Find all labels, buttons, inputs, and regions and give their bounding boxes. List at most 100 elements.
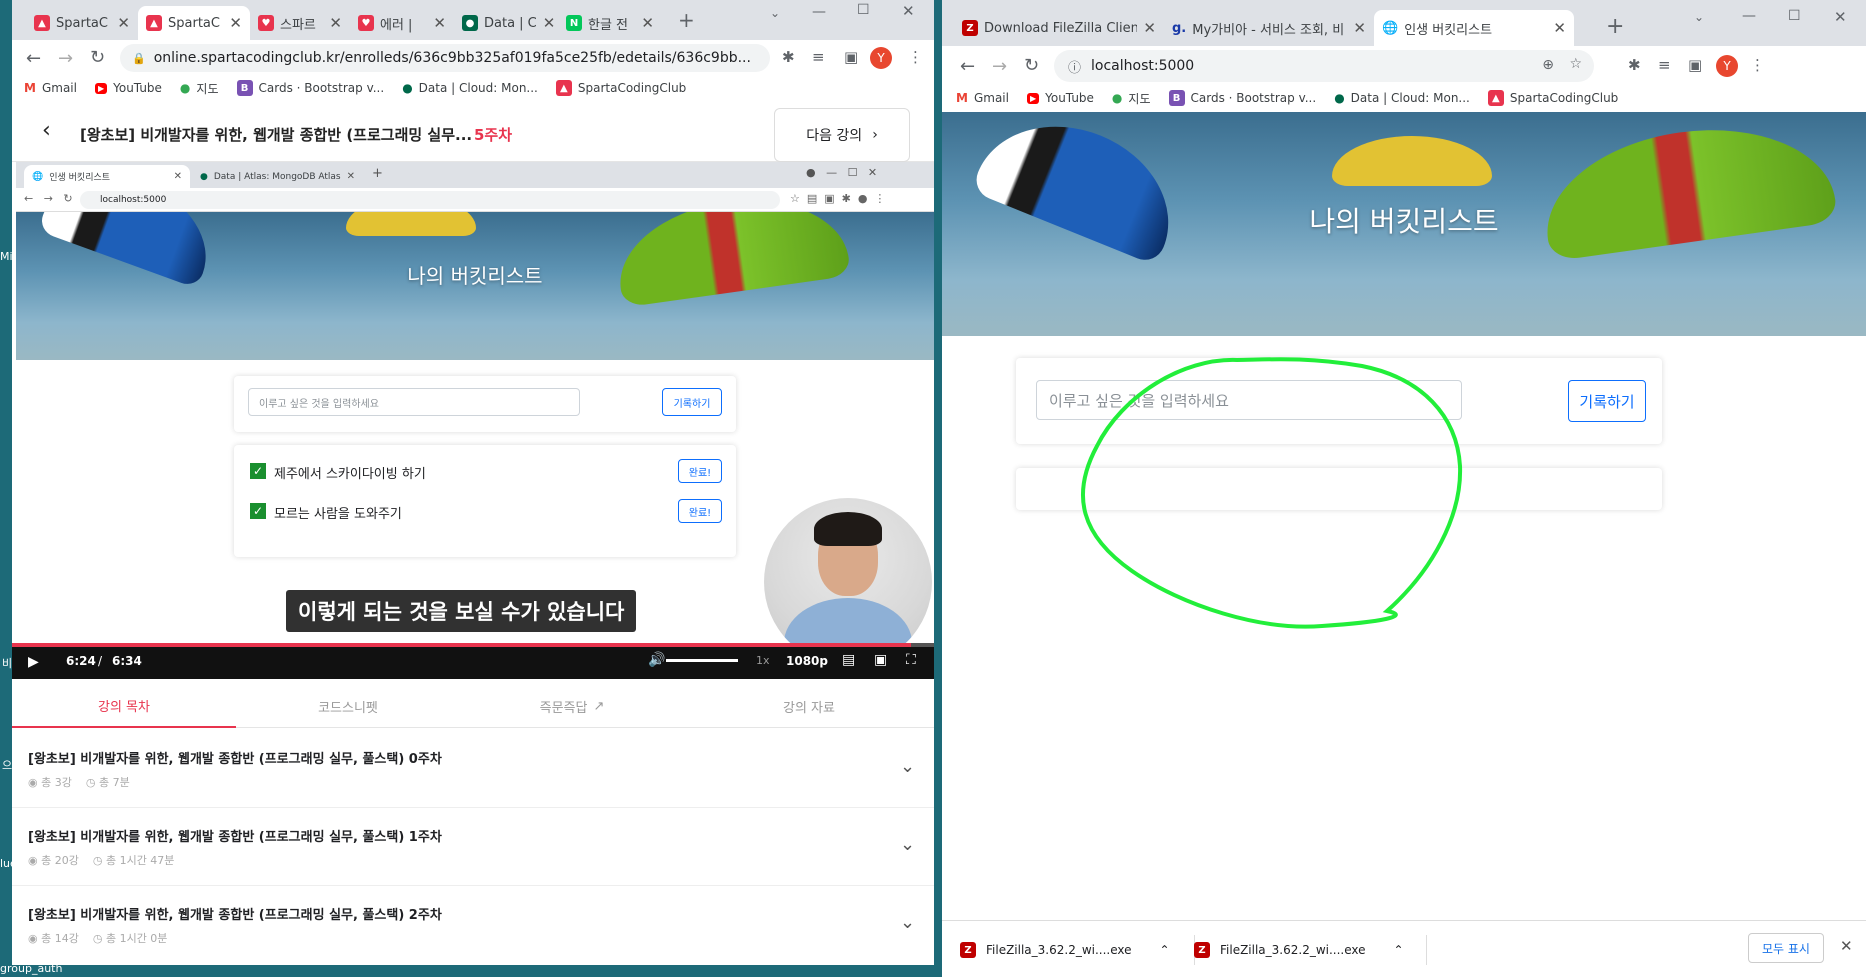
extensions-icon[interactable]: ✱ [782,48,795,66]
left-tab-3[interactable]: ♥ 스파르 ✕ [250,6,350,40]
new-tab-icon[interactable]: + [1606,14,1624,39]
menu-icon[interactable]: ⋮ [908,48,923,66]
inner-toolbar: ← → ↻ localhost:5000 ☆ ▤ ▣ ✱ ● ⋮ [16,188,934,212]
bookmark-gmail[interactable]: M Gmail [24,81,77,95]
zoom-icon[interactable]: ⊕ [1542,57,1554,73]
close-icon[interactable]: ✕ [229,14,242,32]
tab-qna[interactable]: 즉문즉답 ↗ [460,684,684,728]
filezilla-favicon-icon: Z [962,20,978,36]
week-row-0[interactable]: [왕초보] 비개발자를 위한, 웹개발 종합반 (프로그래밍 실무, 풀스택) … [12,730,934,808]
profile-avatar[interactable]: Y [870,47,892,69]
volume-slider[interactable] [666,659,738,662]
desktop-label-mi: Mi [0,250,13,263]
bookmark-star-icon[interactable]: ☆ [1569,56,1582,72]
reload-icon[interactable]: ↻ [90,47,105,68]
right-browser-window: ZDownload FileZilla Client fo✕ g.My가비아 -… [942,0,1866,977]
captions-icon[interactable]: ▤ [842,652,855,668]
reading-list-icon[interactable]: ≡ [812,48,825,66]
right-tab-1[interactable]: ZDownload FileZilla Client fo✕ [954,10,1164,46]
bookmark-sparta[interactable]: ▲ SpartaCodingClub [1487,90,1618,106]
heart-favicon-icon: ♥ [358,15,374,31]
bookmark-mongodb[interactable]: ● Data | Cloud: Mon... [402,81,538,95]
close-window-icon[interactable]: ✕ [1834,8,1847,26]
back-icon[interactable]: ← [960,56,975,77]
play-icon[interactable]: ▶ [28,654,39,670]
quality-label[interactable]: 1080p [786,654,828,668]
download-item-1[interactable]: Z FileZilla_3.62.2_wi....exe ⌃ [960,935,1170,965]
close-icon[interactable]: ✕ [433,14,446,32]
tab-code-snippet[interactable]: 코드스니펫 [236,684,460,728]
reload-icon[interactable]: ↻ [1024,55,1039,76]
tab-materials[interactable]: 강의 자료 [684,684,934,728]
bookmark-bootstrap[interactable]: B Cards · Bootstrap v... [236,80,384,96]
inner-new-tab-icon: + [372,166,383,181]
extensions-icon[interactable]: ✱ [1628,56,1641,74]
left-tab-6[interactable]: N 한글 전 ✕ [558,6,662,40]
show-all-button[interactable]: 모두 표시 [1748,933,1824,963]
close-icon[interactable]: ✕ [1353,19,1366,37]
menu-icon[interactable]: ⋮ [1750,56,1765,74]
left-tab-2[interactable]: ▲ SpartaC ✕ [138,6,250,40]
sparta-icon: ▲ [555,80,572,96]
back-chevron-icon[interactable]: ‹ [42,118,51,143]
right-tab-2[interactable]: g. My가비아 - 서비스 조회, 비 ✕ [1164,10,1374,46]
close-shelf-icon[interactable]: ✕ [1840,937,1853,955]
right-tab-3[interactable]: 🌐 인생 버킷리스트 ✕ [1374,10,1574,46]
video-progress-track[interactable] [12,643,934,647]
minimize-icon[interactable]: — [1742,8,1756,24]
bookmark-mongodb[interactable]: ● Data | Cloud: Mon... [1334,91,1470,105]
chevron-down-icon[interactable]: ⌄ [900,756,915,777]
forward-icon[interactable]: → [58,48,73,69]
video-player[interactable]: 🌐 인생 버킷리스트 ✕ ● Data | Atlas: MongoDB Atlas ✕… [12,162,934,679]
week-row-1[interactable]: [왕초보] 비개발자를 위한, 웹개발 종합반 (프로그래밍 실무, 풀스택) … [12,808,934,886]
bookmark-maps[interactable]: ● 지도 [1112,90,1151,107]
bookmark-gmail[interactable]: M Gmail [956,91,1009,105]
new-tab-icon[interactable]: + [678,8,695,32]
download-item-2[interactable]: Z FileZilla_3.62.2_wi....exe ⌃ [1194,935,1404,965]
close-icon[interactable]: ✕ [329,14,342,32]
record-button[interactable]: 기록하기 [1568,380,1646,422]
close-icon[interactable]: ✕ [1143,19,1156,37]
profile-avatar[interactable]: Y [1716,55,1738,77]
close-window-icon[interactable]: ✕ [902,2,915,20]
back-icon[interactable]: ← [26,48,41,69]
close-icon[interactable]: ✕ [641,14,654,32]
parachute-blue [970,112,1194,266]
bookmark-youtube[interactable]: ▶ YouTube [1026,91,1094,105]
side-panel-icon[interactable]: ▣ [844,48,858,66]
tab-curriculum[interactable]: 강의 목차 [12,684,236,728]
right-address-bar[interactable]: ⓘ localhost:5000 ⊕ ☆ [1054,50,1594,82]
pip-icon[interactable]: ▣ [874,652,887,668]
reading-list-icon[interactable]: ≡ [1658,56,1671,74]
left-tab-5[interactable]: ● Data | C ✕ [454,6,558,40]
bookmark-youtube[interactable]: ▶ YouTube [94,81,162,95]
side-panel-icon[interactable]: ▣ [1688,56,1702,74]
chevron-up-icon[interactable]: ⌃ [1394,943,1404,957]
maps-pin-icon: ● [179,81,191,95]
volume-icon[interactable]: 🔊 [648,652,665,668]
chevron-down-icon[interactable]: ⌄ [770,6,780,20]
bookmark-bootstrap[interactable]: B Cards · Bootstrap v... [1168,90,1316,106]
chevron-up-icon[interactable]: ⌃ [1160,943,1170,957]
fullscreen-icon[interactable]: ⛶ [906,652,916,668]
clock-icon: ◷ [92,854,103,867]
close-icon[interactable]: ✕ [117,14,130,32]
left-address-bar[interactable]: 🔒 online.spartacodingclub.kr/enrolleds/6… [120,44,770,72]
left-tab-1[interactable]: ▲ SpartaC ✕ [26,6,138,40]
week-row-2[interactable]: [왕초보] 비개발자를 위한, 웹개발 종합반 (프로그래밍 실무, 풀스택) … [12,886,934,965]
chevron-down-icon[interactable]: ⌄ [900,912,915,933]
minimize-icon[interactable]: — [812,4,826,20]
maximize-icon[interactable]: ☐ [1788,8,1801,24]
bookmark-sparta[interactable]: ▲ SpartaCodingClub [555,80,686,96]
forward-icon[interactable]: → [992,56,1007,77]
speed-label[interactable]: 1x [756,654,770,667]
desktop-label-eu: 으 [2,759,13,772]
left-tab-4[interactable]: ♥ 에러 | ✕ [350,6,454,40]
next-lecture-button[interactable]: 다음 강의 › [774,108,910,162]
chevron-down-icon[interactable]: ⌄ [1694,10,1704,24]
maximize-icon[interactable]: ☐ [857,2,870,18]
close-icon[interactable]: ✕ [543,14,556,32]
bookmark-maps[interactable]: ● 지도 [180,80,219,97]
close-icon[interactable]: ✕ [1553,19,1566,37]
chevron-down-icon[interactable]: ⌄ [900,834,915,855]
